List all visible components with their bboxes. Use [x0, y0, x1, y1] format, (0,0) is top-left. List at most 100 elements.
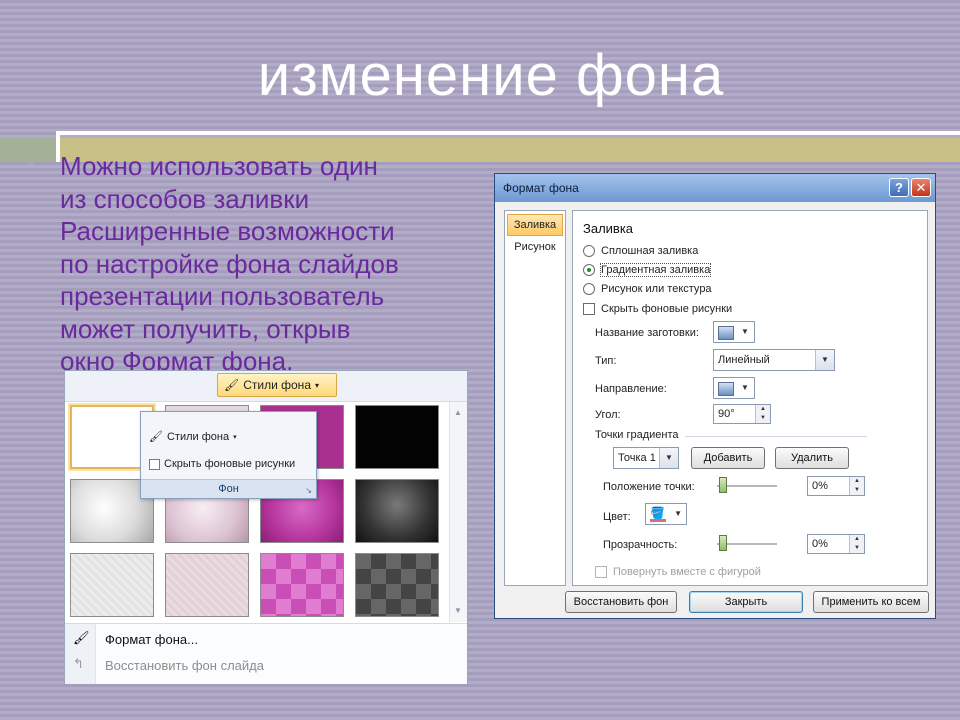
rotate-with-shape-label: Повернуть вместе с фигурой	[613, 566, 761, 578]
slide-body-text: Можно использовать один из способов зали…	[60, 150, 480, 378]
section-title: Заливка	[583, 221, 634, 236]
position-slider-thumb[interactable]	[719, 477, 727, 493]
body-line: по настройке фона слайдов	[60, 248, 399, 279]
reset-background-button[interactable]: Восстановить фон	[565, 591, 677, 613]
nav-item-picture[interactable]: Рисунок	[507, 241, 563, 253]
spin-arrows-icon[interactable]: ▲ ▼	[849, 535, 864, 553]
option-picture-fill[interactable]: Рисунок или текстура	[583, 283, 712, 295]
dialog-title: Формат фона	[503, 181, 579, 195]
format-background-item[interactable]: Формат фона...	[105, 632, 198, 647]
stop-dropdown[interactable]: Точка 1 ▼	[613, 447, 679, 469]
style-tile[interactable]	[355, 405, 439, 469]
format-background-dialog: Формат фона ? ✕ Заливка Рисунок Заливка …	[494, 173, 936, 619]
scroll-up-icon[interactable]: ▲	[454, 408, 462, 417]
menu-hide-graphics-item[interactable]: Скрыть фоновые рисунки	[149, 458, 295, 470]
remove-stop-button[interactable]: Удалить	[775, 447, 849, 469]
menu-styles-item[interactable]: 🖌 Стили фона ▾	[149, 430, 237, 444]
hide-graphics-checkbox[interactable]	[149, 458, 160, 470]
body-line: Можно использовать один	[60, 151, 378, 181]
chevron-down-icon: ▼	[674, 509, 682, 518]
gradient-fill-label: Градиентная заливка	[599, 263, 712, 277]
nav-item-fill[interactable]: Заливка	[507, 214, 563, 236]
color-swatch	[650, 519, 666, 522]
spin-arrows-icon[interactable]: ▲ ▼	[755, 405, 770, 423]
fill-panel: Заливка Сплошная заливка Градиентная зал…	[572, 210, 928, 586]
chevron-down-icon: ▾	[315, 380, 320, 390]
menu-group-label: Фон	[141, 479, 316, 498]
slide-title: изменение фона	[257, 43, 725, 108]
group-divider	[685, 436, 867, 437]
dialog-launcher-icon[interactable]: ↘	[305, 486, 312, 495]
direction-label: Направление:	[595, 383, 667, 395]
style-tile[interactable]	[260, 553, 344, 617]
help-button[interactable]: ?	[889, 178, 909, 197]
solid-fill-label: Сплошная заливка	[601, 245, 699, 257]
style-tile[interactable]	[355, 479, 439, 543]
transparency-slider-thumb[interactable]	[719, 535, 727, 551]
dialog-titlebar: Формат фона ? ✕	[495, 174, 935, 202]
hide-graphics-checkbox[interactable]	[583, 303, 595, 315]
apply-to-all-button[interactable]: Применить ко всем	[813, 591, 929, 613]
preset-label: Название заготовки:	[595, 327, 699, 339]
rotate-with-shape-checkbox[interactable]	[595, 566, 607, 578]
hide-graphics-label: Скрыть фоновые рисунки	[601, 303, 733, 315]
close-button[interactable]: Закрыть	[689, 591, 803, 613]
gradient-stops-label: Точки градиента	[595, 429, 679, 441]
background-styles-menu: 🖌 Стили фона ▾ Скрыть фоновые рисунки Фо…	[140, 411, 317, 499]
body-line: может получить, открыв	[60, 313, 351, 344]
dialog-nav: Заливка Рисунок	[504, 210, 566, 586]
gallery-footer: 🖌 Формат фона... ↰ Восстановить фон слай…	[65, 623, 467, 684]
paint-bucket-icon: 🖌	[224, 378, 240, 392]
direction-dropdown[interactable]: ▼	[713, 377, 755, 399]
gallery-toolbar: 🖌 Стили фона ▾	[65, 371, 467, 402]
option-gradient-fill[interactable]: Градиентная заливка	[583, 263, 712, 277]
picture-fill-label: Рисунок или текстура	[601, 283, 712, 295]
background-styles-label: Стили фона	[243, 378, 311, 392]
chevron-down-icon: ▼	[659, 448, 678, 468]
stop-position-label: Положение точки:	[603, 481, 695, 493]
option-rotate-with-shape[interactable]: Повернуть вместе с фигурой	[595, 566, 761, 578]
scroll-down-icon[interactable]: ▼	[454, 606, 462, 615]
type-label: Тип:	[595, 355, 617, 367]
body-line: презентации пользователь	[60, 281, 385, 311]
background-styles-button[interactable]: 🖌 Стили фона ▾	[217, 373, 337, 397]
chevron-down-icon: ▾	[233, 433, 237, 441]
title-divider-white	[60, 131, 960, 135]
angle-label: Угол:	[595, 409, 621, 421]
type-value: Линейный	[718, 354, 770, 366]
format-background-icon: 🖌	[73, 630, 90, 645]
stop-value: Точка 1	[618, 452, 656, 464]
chevron-down-icon: ▼	[741, 383, 749, 392]
type-dropdown[interactable]: Линейный ▼	[713, 349, 835, 371]
option-hide-graphics[interactable]: Скрыть фоновые рисунки	[583, 303, 732, 315]
body-line: из способов заливки	[60, 183, 310, 214]
close-icon[interactable]: ✕	[911, 178, 931, 197]
transparency-value: 0%	[812, 538, 828, 550]
gallery-scrollbar[interactable]: ▲ ▼	[449, 402, 467, 622]
gradient-fill-radio[interactable]	[583, 264, 595, 276]
chevron-down-icon: ▼	[815, 350, 834, 370]
transparency-label: Прозрачность:	[603, 539, 678, 551]
style-tile[interactable]	[165, 553, 249, 617]
chevron-down-icon: ▼	[741, 327, 749, 336]
picture-fill-radio[interactable]	[583, 283, 595, 295]
angle-spinner[interactable]: 90° ▲ ▼	[713, 404, 771, 424]
preset-dropdown[interactable]: ▼	[713, 321, 755, 343]
style-tile[interactable]	[355, 553, 439, 617]
color-label: Цвет:	[603, 511, 631, 523]
reset-background-item[interactable]: Восстановить фон слайда	[105, 658, 264, 673]
gradient-swatch-icon	[718, 326, 734, 340]
paint-bucket-icon: 🖌	[149, 431, 163, 443]
angle-value: 90°	[718, 408, 735, 420]
add-stop-button[interactable]: Добавить	[691, 447, 765, 469]
position-value: 0%	[812, 480, 828, 492]
transparency-spinner[interactable]: 0% ▲ ▼	[807, 534, 865, 554]
spin-arrows-icon[interactable]: ▲ ▼	[849, 477, 864, 495]
menu-styles-label: Стили фона	[166, 430, 230, 443]
position-spinner[interactable]: 0% ▲ ▼	[807, 476, 865, 496]
solid-fill-radio[interactable]	[583, 245, 595, 257]
style-tile[interactable]	[70, 553, 154, 617]
reset-background-icon: ↰	[73, 656, 84, 671]
option-solid-fill[interactable]: Сплошная заливка	[583, 245, 698, 257]
color-picker-button[interactable]: 🪣 ▼	[645, 503, 687, 525]
